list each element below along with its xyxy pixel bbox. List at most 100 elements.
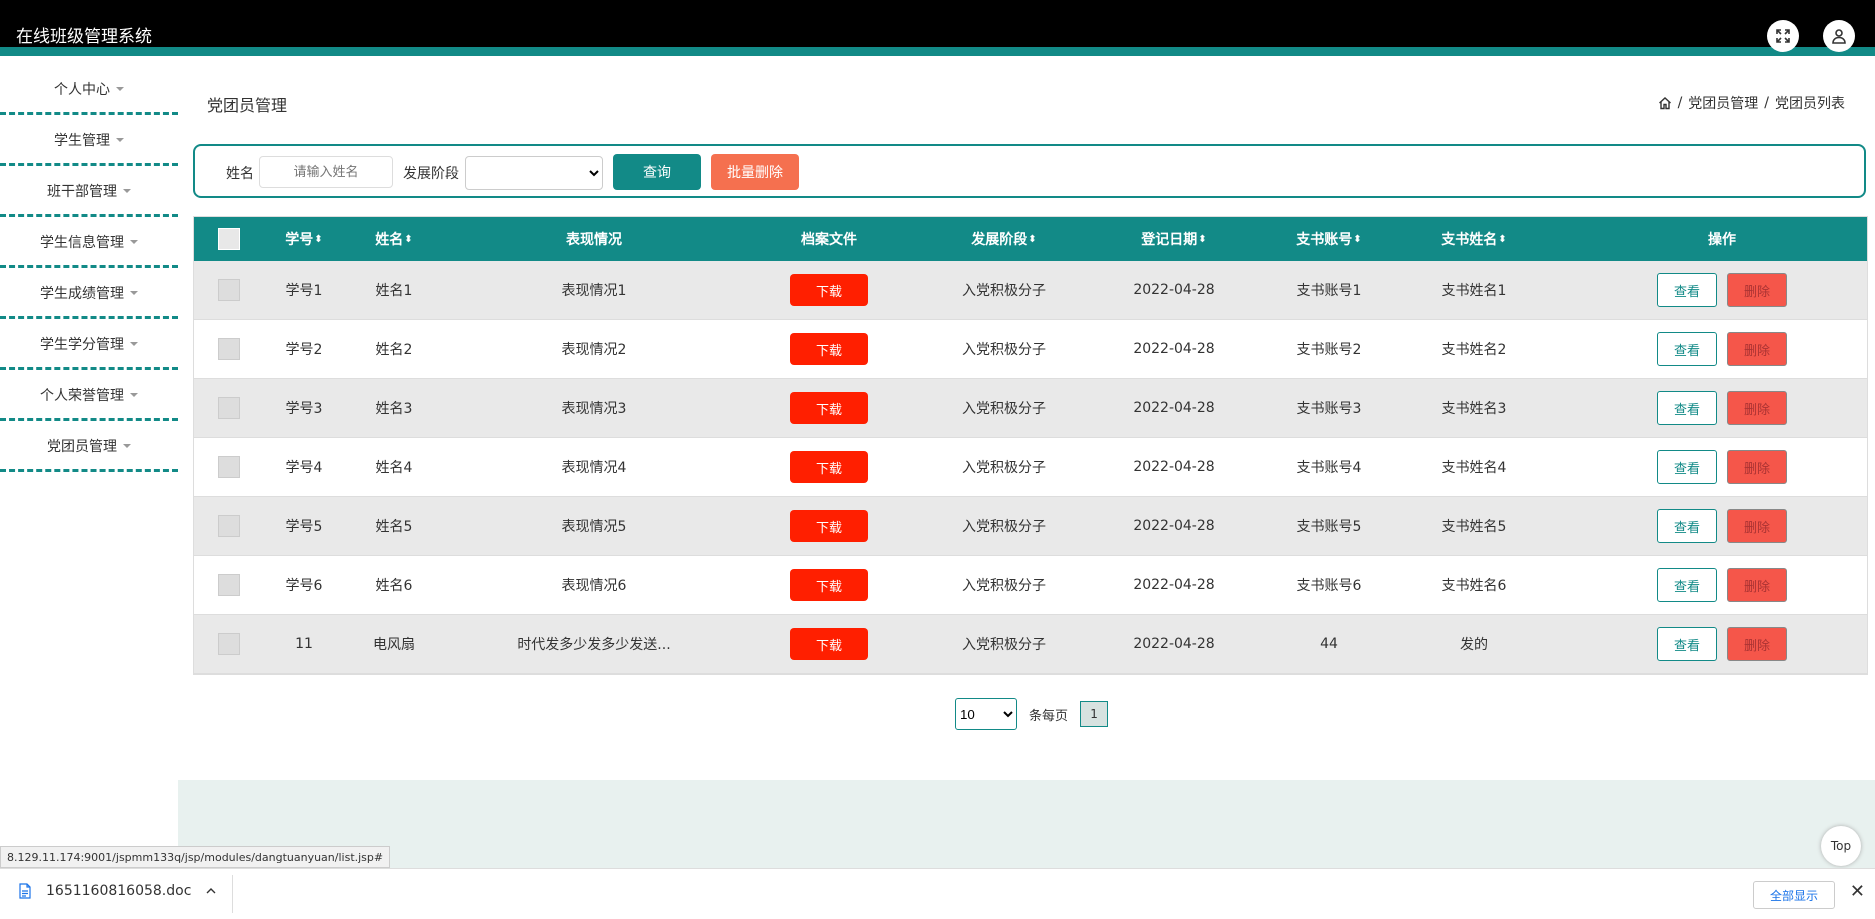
view-button[interactable]: 查看 [1657, 332, 1717, 366]
top-bar: 在线班级管理系统 [0, 0, 1875, 56]
table-row: 学号4 姓名4 表现情况4 下载 入党积极分子 2022-04-28 支书账号4… [194, 438, 1867, 497]
sidebar-item-label: 学生学分管理 [40, 337, 124, 353]
fullscreen-button[interactable] [1767, 20, 1799, 52]
breadcrumb-item[interactable]: 党团员管理 [1688, 93, 1758, 113]
name-search-input[interactable] [259, 156, 393, 188]
view-button[interactable]: 查看 [1657, 273, 1717, 307]
delete-button[interactable]: 删除 [1727, 391, 1787, 425]
download-button[interactable]: 下载 [790, 274, 868, 306]
delete-button[interactable]: 删除 [1727, 273, 1787, 307]
cell-student-id: 学号2 [285, 342, 323, 358]
cell-name: 姓名2 [375, 342, 413, 358]
download-button[interactable]: 下载 [790, 628, 868, 660]
download-button[interactable]: 下载 [790, 510, 868, 542]
download-button[interactable]: 下载 [790, 333, 868, 365]
caret-down-icon [116, 87, 124, 91]
row-checkbox[interactable] [218, 338, 240, 360]
col-label: 发展阶段 [971, 232, 1028, 248]
delete-button[interactable]: 删除 [1727, 332, 1787, 366]
cell-stage: 入党积极分子 [962, 401, 1046, 417]
cell-secretary-account: 支书账号2 [1296, 342, 1362, 358]
download-button[interactable]: 下载 [790, 451, 868, 483]
table-header: 学号 ⬍ 姓名 ⬍ 表现情况 档案文件 发展阶段 ⬍ 登记日期 ⬍ 支书账号 ⬍ 支书姓名… [194, 217, 1867, 261]
cell-register-date: 2022-04-28 [1133, 400, 1215, 416]
select-all-checkbox[interactable] [218, 228, 240, 250]
user-button[interactable] [1823, 20, 1855, 52]
document-icon [19, 883, 31, 899]
batch-delete-button[interactable]: 批量删除 [711, 154, 799, 190]
col-student-id[interactable]: 学号 ⬍ [274, 217, 334, 261]
sidebar-item-grade-management[interactable]: 学生成绩管理 [0, 270, 178, 319]
cell-secretary-account: 支书账号4 [1296, 460, 1362, 476]
sidebar-item-student-info-management[interactable]: 学生信息管理 [0, 219, 178, 268]
download-button[interactable]: 下载 [790, 392, 868, 424]
col-secretary-name[interactable]: 支书姓名 ⬍ [1414, 217, 1534, 261]
cell-student-id: 学号5 [285, 519, 323, 535]
sidebar-item-credit-management[interactable]: 学生学分管理 [0, 321, 178, 370]
page-size-select[interactable]: 10 [955, 698, 1017, 730]
sidebar-item-personal-center[interactable]: 个人中心 [0, 66, 178, 115]
row-checkbox[interactable] [218, 279, 240, 301]
show-all-downloads-button[interactable]: 全部显示 [1753, 881, 1835, 909]
delete-button[interactable]: 删除 [1727, 450, 1787, 484]
view-button[interactable]: 查看 [1657, 391, 1717, 425]
sidebar-item-honor-management[interactable]: 个人荣誉管理 [0, 372, 178, 421]
sidebar-item-label: 党团员管理 [47, 439, 117, 455]
sidebar-item-class-cadre-management[interactable]: 班干部管理 [0, 168, 178, 217]
sort-icon: ⬍ [1353, 233, 1362, 245]
sidebar-item-party-member-management[interactable]: 党团员管理 [0, 423, 178, 472]
col-register-date[interactable]: 登记日期 ⬍ [1104, 217, 1244, 261]
delete-button[interactable]: 删除 [1727, 509, 1787, 543]
col-performance: 表现情况 [524, 217, 664, 261]
delete-button[interactable]: 删除 [1727, 627, 1787, 661]
cell-archive-file: 下载 [774, 320, 884, 378]
delete-button[interactable]: 删除 [1727, 568, 1787, 602]
cell-archive-file: 下载 [774, 556, 884, 614]
row-checkbox[interactable] [218, 633, 240, 655]
col-secretary-account[interactable]: 支书账号 ⬍ [1274, 217, 1384, 261]
col-actions: 操作 [1664, 217, 1780, 261]
col-label: 档案文件 [801, 232, 857, 248]
col-label: 学号 [285, 232, 314, 248]
query-button[interactable]: 查询 [613, 154, 701, 190]
cell-stage: 入党积极分子 [962, 637, 1046, 653]
col-name[interactable]: 姓名 ⬍ [364, 217, 424, 261]
view-button[interactable]: 查看 [1657, 450, 1717, 484]
stage-select[interactable] [465, 156, 603, 190]
status-url: 8.129.11.174:9001/jspmm133q/jsp/modules/… [0, 846, 391, 868]
cell-name: 电风扇 [373, 637, 415, 653]
view-button[interactable]: 查看 [1657, 627, 1717, 661]
col-label: 操作 [1708, 232, 1736, 248]
cell-secretary-name: 支书姓名4 [1441, 460, 1507, 476]
download-item[interactable]: 1651160816058.doc [18, 883, 217, 899]
row-checkbox[interactable] [218, 456, 240, 478]
cell-student-id: 学号6 [285, 578, 323, 594]
row-checkbox-cell [209, 556, 249, 614]
sidebar-item-student-management[interactable]: 学生管理 [0, 117, 178, 166]
name-label: 姓名 [226, 166, 254, 182]
col-label: 支书姓名 [1441, 232, 1498, 248]
cell-secretary-account: 支书账号5 [1296, 519, 1362, 535]
close-downloads-bar-icon[interactable]: ✕ [1850, 881, 1865, 902]
row-checkbox[interactable] [218, 574, 240, 596]
back-to-top-button[interactable]: Top [1821, 826, 1861, 866]
page-number-button[interactable]: 1 [1080, 701, 1109, 727]
view-button[interactable]: 查看 [1657, 509, 1717, 543]
table-row: 11 电风扇 时代发多少发多少发送... 下载 入党积极分子 2022-04-2… [194, 615, 1867, 674]
row-checkbox[interactable] [218, 397, 240, 419]
row-checkbox[interactable] [218, 515, 240, 537]
col-stage[interactable]: 发展阶段 ⬍ [934, 217, 1074, 261]
table-row: 学号5 姓名5 表现情况5 下载 入党积极分子 2022-04-28 支书账号5… [194, 497, 1867, 556]
caret-down-icon [130, 393, 138, 397]
chevron-up-icon[interactable] [205, 886, 217, 896]
sidebar: 个人中心 学生管理 班干部管理 学生信息管理 学生成绩管理 学生学分管理 个人荣… [0, 66, 178, 474]
view-button[interactable]: 查看 [1657, 568, 1717, 602]
download-button[interactable]: 下载 [790, 569, 868, 601]
home-icon[interactable] [1658, 96, 1672, 110]
cell-archive-file: 下载 [774, 379, 884, 437]
cell-register-date: 2022-04-28 [1133, 341, 1215, 357]
caret-down-icon [123, 444, 131, 448]
caret-down-icon [130, 342, 138, 346]
row-checkbox-cell [209, 261, 249, 319]
select-all-cell [209, 217, 249, 261]
